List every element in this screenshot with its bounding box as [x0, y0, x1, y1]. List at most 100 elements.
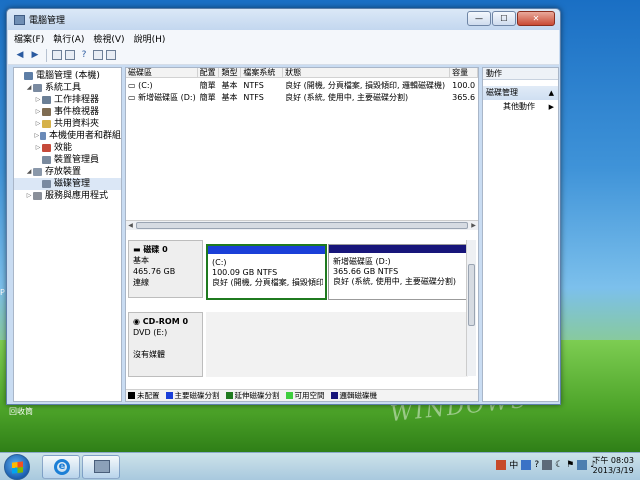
tree-item[interactable]: 磁碟管理 [14, 178, 121, 190]
legend-swatch [165, 392, 173, 399]
actions-section-disk-management[interactable]: 磁碟管理 ▲ [483, 86, 558, 100]
moon-icon[interactable]: ☾ [555, 460, 563, 470]
legend-label: 可用空間 [294, 391, 325, 400]
close-button[interactable]: ✕ [517, 11, 555, 26]
ime-mode-indicator[interactable]: 中 [509, 458, 518, 471]
tree-expander-icon[interactable]: ▷ [25, 190, 33, 202]
volume-status: 良好 (系統, 使用中, 主要磁碟分割) [285, 93, 409, 102]
partition-d-bar [329, 245, 467, 253]
tree-item[interactable]: ▷ 效能 [14, 142, 121, 154]
legend-label: 未配置 [137, 391, 160, 400]
back-arrow-icon[interactable]: ◀ [14, 49, 26, 61]
partition-d[interactable]: 新增磁碟區 (D:) 365.66 GB NTFS 良好 (系統, 使用中, 主… [328, 244, 468, 300]
tree-expander-icon[interactable]: ▷ [34, 118, 42, 130]
volume-row[interactable]: ▭ (C:) 簡單 基本 NTFS 良好 (開機, 分頁檔案, 損毀傾印, 邏輯… [126, 80, 478, 91]
desktop-edge-glyph: P [0, 288, 5, 297]
volume-filesystem: NTFS [243, 93, 264, 102]
tree-expander-icon[interactable]: ▷ [34, 106, 42, 118]
col-volume[interactable]: 磁碟區 [126, 68, 198, 77]
ime-icon[interactable] [496, 459, 507, 470]
actions-pane: 動作 磁碟管理 ▲ 其他動作 ▶ [482, 67, 559, 402]
horizontal-scrollbar[interactable]: ◀ ▶ [126, 220, 478, 230]
cdrom-icon: ◉ [133, 317, 143, 326]
scroll-thumb[interactable] [468, 264, 475, 326]
col-capacity[interactable]: 容量 [450, 68, 478, 77]
tree-expander-icon[interactable]: ◢ [25, 82, 33, 94]
volume-list-header: 磁碟區 配置 類型 檔案系統 狀態 容量 [126, 68, 478, 78]
menu-help[interactable]: 說明(H) [134, 32, 166, 45]
tree-expander-icon[interactable]: ▷ [34, 142, 42, 154]
drive-icon: ▭ [128, 81, 139, 90]
tree-item[interactable]: ▷ 本機使用者和群組 [14, 130, 122, 142]
tree-node-icon [33, 168, 42, 176]
legend-swatch [128, 392, 135, 399]
help-icon[interactable]: ? [534, 460, 539, 470]
tree-item[interactable]: ◢ 存放裝置 [14, 166, 121, 178]
help-icon[interactable]: ? [78, 49, 90, 61]
up-folder-icon[interactable] [52, 50, 62, 60]
clock[interactable]: 下午 08:03 2013/3/19 [592, 456, 634, 476]
col-status[interactable]: 狀態 [283, 68, 451, 77]
scroll-left-icon[interactable]: ◀ [126, 221, 135, 230]
legend-item: 主要磁碟分割 [165, 390, 220, 401]
system-tray: 中 ? ☾ ⚑ ♪ [496, 458, 596, 471]
tree-expander-icon[interactable]: ▷ [34, 130, 40, 142]
cdrom-0-area[interactable] [206, 312, 468, 377]
maximize-button[interactable]: ☐ [492, 11, 516, 26]
scroll-right-icon[interactable]: ▶ [469, 221, 478, 230]
partition-c-text: (C:) 100.09 GB NTFS 良好 (開機, 分頁檔案, 損毀傾印 [212, 258, 323, 287]
tree-item[interactable]: 電腦管理 (本機) [14, 70, 121, 82]
volume-name: ▭ 新增磁碟區 (D:) [128, 93, 196, 102]
actions-more[interactable]: 其他動作 ▶ [483, 100, 558, 114]
menu-action[interactable]: 執行(A) [53, 32, 84, 45]
minimize-button[interactable]: — [467, 11, 491, 26]
network-icon[interactable] [577, 459, 588, 470]
title-bar[interactable]: 電腦管理 — ☐ ✕ [7, 9, 560, 30]
vertical-scrollbar[interactable] [466, 240, 476, 376]
properties-icon[interactable] [93, 50, 103, 60]
show-hide-tree-icon[interactable] [65, 50, 75, 60]
tree-node-icon [42, 180, 51, 188]
forward-arrow-icon[interactable]: ▶ [29, 49, 41, 61]
tree-node-icon [33, 192, 42, 200]
tree-expander-icon[interactable]: ◢ [25, 166, 33, 178]
tree-item-label: 系統工具 [45, 83, 82, 93]
tree-expander-icon[interactable]: ▷ [34, 94, 42, 106]
volume-row[interactable]: ▭ 新增磁碟區 (D:) 簡單 基本 NTFS 良好 (系統, 使用中, 主要磁… [126, 92, 478, 103]
tree-item[interactable]: ▷ 服務與應用程式 [14, 190, 121, 202]
taskbar-ie-button[interactable]: e [42, 455, 80, 479]
flag-icon[interactable]: ⚑ [566, 460, 574, 470]
menu-view[interactable]: 檢視(V) [93, 32, 124, 45]
volume-filesystem: NTFS [243, 81, 264, 90]
recycle-bin-label[interactable]: 回收筒 [9, 406, 33, 417]
scroll-thumb[interactable] [136, 222, 468, 229]
tree-item[interactable]: 裝置管理員 [14, 154, 121, 166]
taskbar-computer-management-button[interactable] [82, 455, 120, 479]
settings-icon[interactable] [542, 459, 553, 470]
col-layout[interactable]: 配置 [198, 68, 220, 77]
actions-header: 動作 [483, 68, 558, 80]
volume-layout: 簡單 [199, 81, 216, 90]
tree-node-icon [24, 72, 33, 80]
col-filesystem[interactable]: 檔案系統 [241, 68, 284, 77]
cdrom-0-label[interactable]: ◉ CD-ROM 0 DVD (E:) 沒有媒體 [128, 312, 203, 377]
tree-item[interactable]: ▷ 事件檢視器 [14, 106, 121, 118]
tree-node-icon [42, 108, 51, 116]
tree-item[interactable]: ▷ 工作排程器 [14, 94, 121, 106]
partition-d-text: 新增磁碟區 (D:) 365.66 GB NTFS 良好 (系統, 使用中, 主… [333, 257, 456, 286]
clock-time: 下午 08:03 [592, 456, 634, 465]
disk-management-pane: 磁碟區 配置 類型 檔案系統 狀態 容量 ▭ (C:) 簡單 基本 NTFS 良… [125, 67, 479, 402]
tree-item[interactable]: ◢ 系統工具 [14, 82, 121, 94]
tree-item[interactable]: ▷ 共用資料夾 [14, 118, 121, 130]
export-icon[interactable] [106, 50, 116, 60]
volume-capacity: 365.6 [452, 93, 476, 102]
window-controls: — ☐ ✕ [467, 11, 555, 26]
col-type[interactable]: 類型 [219, 68, 242, 77]
menu-file[interactable]: 檔案(F) [14, 32, 44, 45]
start-button[interactable] [4, 454, 30, 480]
computer-management-icon [94, 460, 110, 473]
taskbar: e 中 ? ☾ ⚑ ♪ 下午 08:03 2013/3/19 [0, 452, 640, 480]
partition-c[interactable]: (C:) 100.09 GB NTFS 良好 (開機, 分頁檔案, 損毀傾印 [206, 244, 327, 300]
disk-0-label[interactable]: ▬ 磁碟 0 基本 465.76 GB 連線 [128, 240, 203, 298]
keyboard-icon[interactable] [521, 459, 532, 470]
